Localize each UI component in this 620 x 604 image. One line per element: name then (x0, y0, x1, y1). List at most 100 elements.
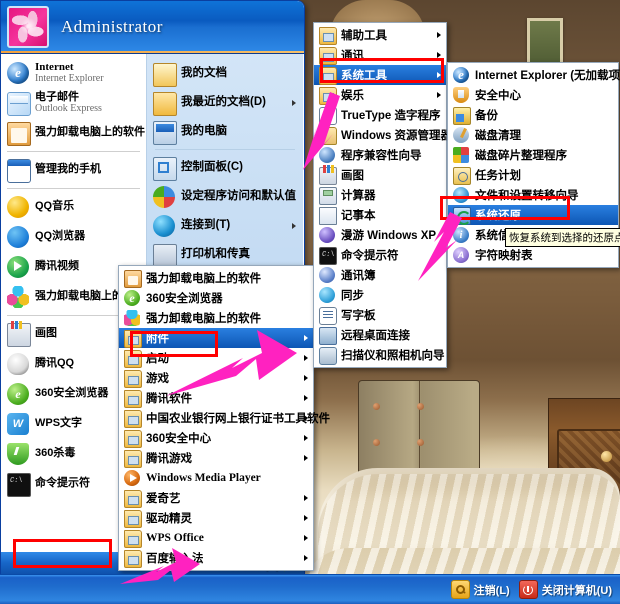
system-item-5[interactable]: 设定程序访问和默认值 (147, 182, 303, 211)
all-programs-item-label: 爱奇艺 (146, 493, 181, 505)
system-item-4[interactable]: 控制面板(C) (147, 153, 303, 182)
program-folder-icon (124, 530, 142, 548)
system-item-6[interactable]: 连接到(T) (147, 211, 303, 240)
accessories-item-9[interactable]: 计算器 (314, 185, 446, 205)
accessories-item-4[interactable]: 娱乐 (314, 85, 446, 105)
accessories-item-label: 程序兼容性向导 (341, 150, 422, 162)
all-programs-item-5[interactable]: 启动 (119, 348, 313, 368)
logoff-button[interactable]: 注销(L) (450, 580, 510, 599)
command-prompt-icon (319, 247, 337, 265)
pinned-item-5[interactable]: QQ音乐 (1, 192, 146, 222)
flower-uninstall-icon (7, 286, 29, 308)
all-programs-item-label: 百度输入法 (146, 553, 204, 565)
uninstall-icon (7, 122, 31, 146)
all-programs-item-8[interactable]: 中国农业银行网上银行证书工具软件 (119, 408, 330, 428)
my-computer-icon (153, 120, 177, 145)
chevron-right-icon (304, 495, 308, 501)
system-restore-icon (453, 207, 471, 225)
accessories-item-14[interactable]: 同步 (314, 285, 446, 305)
program-folder-icon (124, 330, 142, 348)
accessories-item-5[interactable]: TrueType 造字程序 (314, 105, 446, 125)
pinned-item-label: 360杀毒 (35, 447, 76, 460)
system-item-2[interactable]: 我最近的文档(D) (147, 88, 303, 117)
windows-explorer-icon (319, 127, 337, 145)
system-item-3[interactable]: 我的电脑 (147, 117, 303, 146)
all-programs-item-11[interactable]: Windows Media Player (119, 468, 313, 488)
taskbar-session-buttons: 注销(L) 关闭计算机(U) (450, 575, 612, 604)
accessories-item-3[interactable]: 系统工具 (314, 65, 446, 85)
program-folder-icon (124, 370, 142, 388)
accessories-item-label: 辅助工具 (341, 30, 387, 42)
system-tools-item-7[interactable]: 文件和设置转移向导 (448, 185, 618, 205)
all-programs-item-13[interactable]: 驱动精灵 (119, 508, 313, 528)
chevron-right-icon (292, 99, 296, 106)
accessories-item-1[interactable]: 辅助工具 (314, 25, 446, 45)
all-programs-item-4[interactable]: 附件 (119, 328, 313, 348)
accessories-item-10[interactable]: 记事本 (314, 205, 446, 225)
qq-music-icon (7, 196, 29, 218)
paint-icon (319, 165, 337, 185)
pinned-item-4[interactable]: 管理我的手机 (1, 155, 146, 185)
system-tools-item-1[interactable]: Internet Explorer (无加载项) (448, 65, 620, 85)
all-programs-submenu[interactable]: 强力卸载电脑上的软件360安全浏览器强力卸载电脑上的软件附件启动游戏腾讯软件中国… (118, 265, 330, 571)
accessories-item-15[interactable]: 写字板 (314, 305, 446, 325)
taskbar[interactable]: 注销(L) 关闭计算机(U) (0, 574, 620, 604)
accessories-item-8[interactable]: 画图 (314, 165, 446, 185)
remote-desktop-icon (319, 327, 337, 345)
accessories-item-6[interactable]: Windows 资源管理器 (314, 125, 452, 145)
system-tools-item-8[interactable]: 系统还原 (448, 205, 618, 225)
all-programs-item-3[interactable]: 强力卸载电脑上的软件 (119, 308, 313, 328)
program-folder-icon (124, 410, 142, 428)
all-programs-item-14[interactable]: WPS Office (119, 528, 313, 548)
all-programs-item-1[interactable]: 强力卸载电脑上的软件 (119, 268, 313, 288)
all-programs-item-label: WPS Office (146, 532, 204, 544)
pinned-item-label: 电子邮件 Outlook Express (35, 90, 102, 114)
system-item-1[interactable]: 我的文档 (147, 59, 303, 88)
email-icon (7, 92, 31, 116)
accessories-item-12[interactable]: 命令提示符 (314, 245, 446, 265)
key-icon (450, 580, 470, 599)
360-antivirus-icon (7, 443, 29, 465)
pinned-item-6[interactable]: QQ浏览器 (1, 222, 146, 252)
chevron-right-icon (304, 335, 308, 341)
system-tools-item-6[interactable]: 任务计划 (448, 165, 618, 185)
system-tools-item-3[interactable]: 备份 (448, 105, 618, 125)
accessories-item-label: 计算器 (341, 190, 376, 202)
all-programs-item-7[interactable]: 腾讯软件 (119, 388, 313, 408)
system-tools-item-10[interactable]: 字符映射表 (448, 245, 618, 265)
accessories-item-label: Windows 资源管理器 (341, 130, 453, 142)
pinned-item-label: 腾讯QQ (35, 357, 75, 370)
accessories-submenu[interactable]: 辅助工具通讯系统工具娱乐 TrueType 造字程序 Windows 资源管理器程序… (313, 22, 452, 368)
pinned-item-2[interactable]: 电子邮件 Outlook Express (1, 88, 146, 118)
system-tools-item-5[interactable]: 磁盘碎片整理程序 (448, 145, 618, 165)
program-folder-icon (319, 87, 337, 105)
all-programs-item-9[interactable]: 360安全中心 (119, 428, 313, 448)
accessories-item-16[interactable]: 远程桌面连接 (314, 325, 446, 345)
accessories-item-label: 记事本 (341, 210, 376, 222)
all-programs-item-15[interactable]: 百度输入法 (119, 548, 313, 568)
shutdown-button[interactable]: 关闭计算机(U) (518, 580, 612, 599)
system-tools-item-2[interactable]: 安全中心 (448, 85, 618, 105)
accessories-item-11[interactable]: 漫游 Windows XP (314, 225, 446, 245)
accessories-item-7[interactable]: 程序兼容性向导 (314, 145, 446, 165)
shutdown-label: 关闭计算机(U) (541, 584, 612, 597)
pinned-item-1[interactable]: InternetInternet Explorer (1, 58, 146, 88)
accessories-item-label: 命令提示符 (341, 250, 399, 262)
pinned-item-3[interactable]: 强力卸载电脑上的软件 (1, 118, 146, 148)
system-tools-item-label: 安全中心 (475, 90, 521, 102)
accessories-item-label: 娱乐 (341, 90, 364, 102)
system-tools-item-4[interactable]: 磁盘清理 (448, 125, 618, 145)
accessories-item-17[interactable]: 扫描仪和照相机向导 (314, 345, 446, 365)
all-programs-item-10[interactable]: 腾讯游戏 (119, 448, 313, 468)
program-folder-icon (124, 510, 142, 528)
windows-tour-icon (319, 227, 335, 243)
system-information-icon (453, 227, 469, 243)
accessories-item-2[interactable]: 通讯 (314, 45, 446, 65)
all-programs-item-2[interactable]: 360安全浏览器 (119, 288, 313, 308)
all-programs-item-label: 360安全浏览器 (146, 293, 223, 305)
system-tools-item-label: Internet Explorer (无加载项) (475, 70, 620, 82)
all-programs-item-6[interactable]: 游戏 (119, 368, 313, 388)
all-programs-item-12[interactable]: 爱奇艺 (119, 488, 313, 508)
accessories-item-13[interactable]: 通讯簿 (314, 265, 446, 285)
avatar[interactable] (7, 6, 49, 48)
